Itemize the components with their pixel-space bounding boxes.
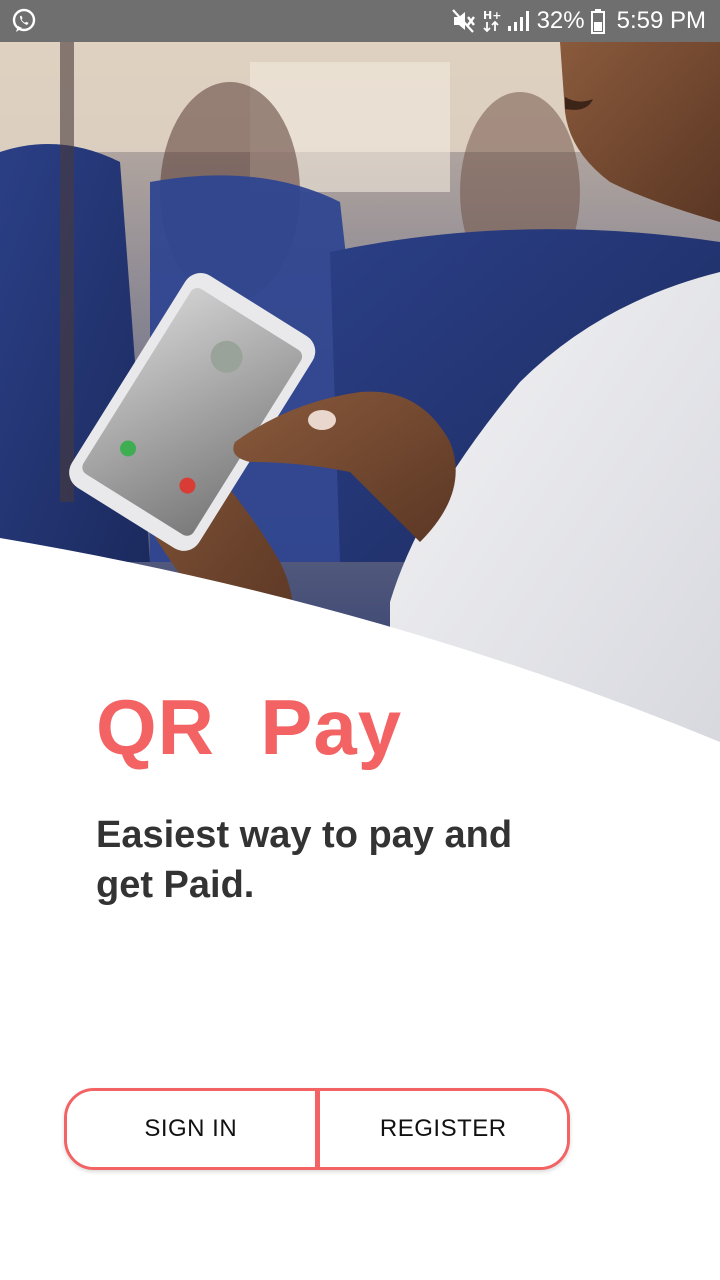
welcome-screen: H+ 32% 5:59 PM QR Pay Easiest way to pay… <box>0 0 720 1280</box>
register-button[interactable]: REGISTER <box>319 1091 567 1167</box>
mute-icon <box>451 8 477 34</box>
app-title: QR Pay <box>96 683 403 771</box>
sign-in-button[interactable]: SIGN IN <box>67 1091 315 1167</box>
network-hplus-icon: H+ <box>483 8 501 34</box>
app-tagline: Easiest way to pay and get Paid. <box>96 814 513 906</box>
battery-icon <box>590 8 605 34</box>
auth-button-group: SIGN IN REGISTER <box>64 1088 570 1170</box>
whatsapp-icon <box>10 7 38 35</box>
status-bar: H+ 32% 5:59 PM <box>0 0 720 42</box>
svg-text:H+: H+ <box>483 9 501 22</box>
battery-percent: 32% <box>536 7 585 34</box>
signal-icon <box>507 9 531 33</box>
hero-image <box>0 42 720 762</box>
status-clock: 5:59 PM <box>616 7 706 34</box>
